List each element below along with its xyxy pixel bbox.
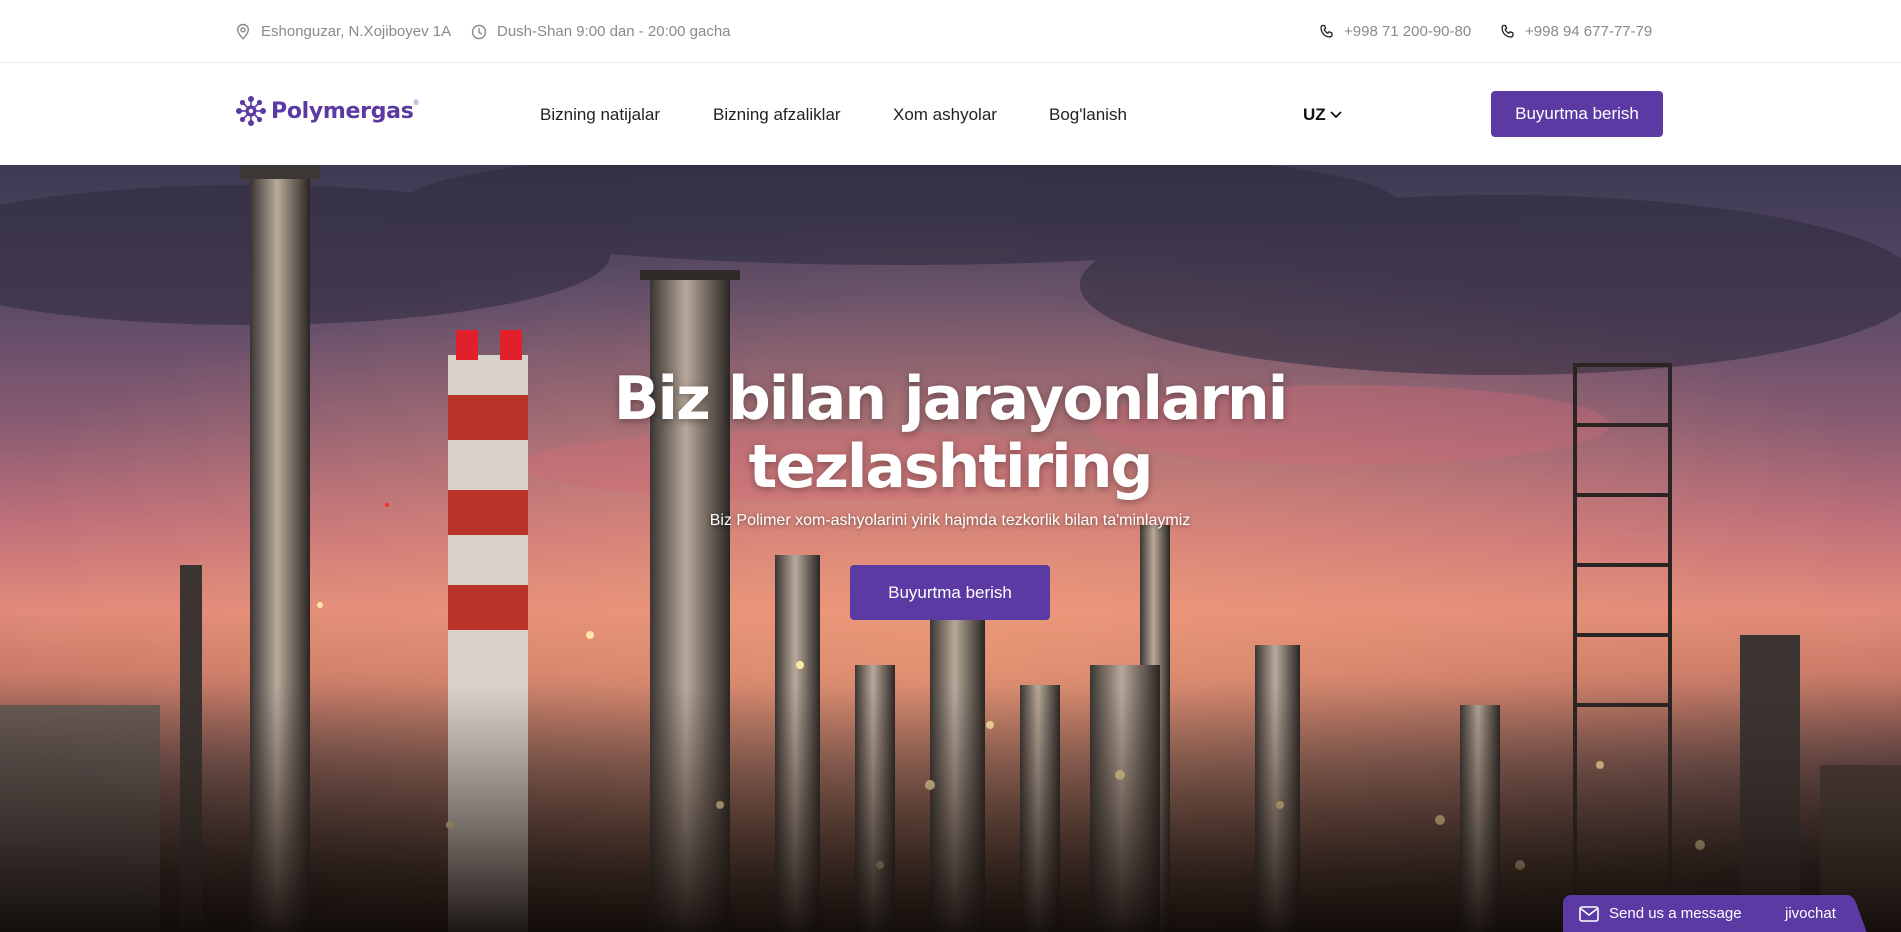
map-pin-icon [236, 23, 250, 40]
hero-subtitle: Biz Polimer xom-ashyolarini yirik hajmda… [709, 512, 1191, 529]
main-navbar: Polymergas ® Bizning natijalar Bizning a… [0, 64, 1901, 165]
hours-text: Dush-Shan 9:00 dan - 20:00 gacha [497, 23, 731, 40]
envelope-icon [1579, 905, 1599, 922]
brand-logo[interactable]: Polymergas ® [235, 94, 419, 128]
hours-info: Dush-Shan 9:00 dan - 20:00 gacha [471, 0, 731, 63]
language-label: UZ [1303, 104, 1326, 124]
phone-1-link[interactable]: +998 71 200-90-80 [1319, 0, 1471, 63]
nav-link-advantages[interactable]: Bizning afzaliklar [713, 64, 841, 165]
refinery-background-image [0, 165, 1901, 932]
phone-2-text: +998 94 677-77-79 [1525, 23, 1653, 40]
address-text: Eshonguzar, N.Xojiboyev 1A [261, 23, 452, 40]
phone-2-link[interactable]: +998 94 677-77-79 [1500, 0, 1652, 63]
order-button[interactable]: Buyurtma berish [1491, 91, 1663, 137]
chat-widget-brand: jivochat [1785, 905, 1836, 922]
brand-name: Polymergas [271, 98, 414, 124]
top-info-bar: Eshonguzar, N.Xojiboyev 1A Dush-Shan 9:0… [0, 0, 1901, 63]
phone-1-text: +998 71 200-90-80 [1344, 23, 1472, 40]
language-selector[interactable]: UZ [1303, 64, 1342, 165]
hero-section: Biz bilan jarayonlarni tezlashtiring Biz… [0, 165, 1901, 932]
nav-link-contact[interactable]: Bog'lanish [1049, 64, 1127, 165]
nav-link-raw-materials[interactable]: Xom ashyolar [893, 64, 997, 165]
phone-icon [1320, 24, 1333, 38]
clock-icon [471, 24, 487, 39]
chevron-down-icon [1330, 111, 1342, 118]
hero-title-line-2: tezlashtiring [748, 432, 1154, 502]
polymer-molecule-icon [236, 96, 266, 126]
hero-title-line-1: Biz bilan jarayonlarni [613, 364, 1289, 434]
phone-icon [1501, 24, 1514, 38]
hero-title: Biz bilan jarayonlarni tezlashtiring [450, 365, 1450, 501]
hero-order-button[interactable]: Buyurtma berish [850, 565, 1050, 620]
chat-widget[interactable]: Send us a message jivochat [1563, 895, 1867, 932]
nav-link-results[interactable]: Bizning natijalar [540, 64, 660, 165]
registered-mark: ® [413, 100, 419, 107]
address-info: Eshonguzar, N.Xojiboyev 1A [235, 0, 451, 63]
chat-widget-label: Send us a message [1609, 905, 1742, 922]
